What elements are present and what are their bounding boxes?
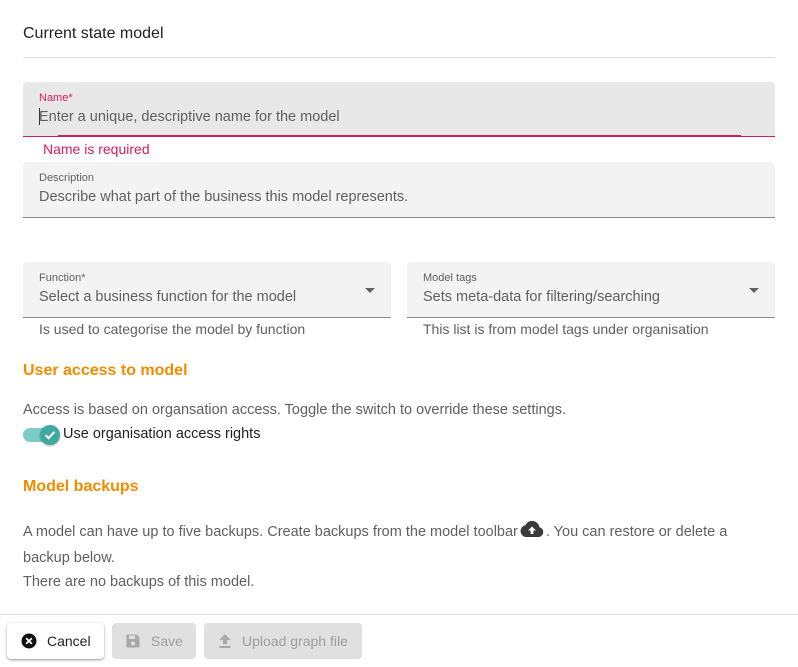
save-icon [125, 633, 141, 649]
user-access-description: Access is based on organsation access. T… [23, 402, 566, 418]
toggle-label[interactable]: Use organisation access rights [63, 426, 260, 442]
model-tags-select[interactable]: Model tags Sets meta-data for filtering/… [407, 262, 775, 318]
check-icon [44, 431, 56, 440]
dropdown-arrow-icon[interactable] [365, 288, 375, 293]
cancel-button-label: Cancel [47, 633, 91, 649]
user-access-heading: User access to model [23, 362, 188, 379]
backups-text-line2: backup below. [23, 550, 115, 566]
model-backups-heading: Model backups [23, 478, 139, 495]
backups-description: A model can have up to five backups. Cre… [23, 520, 763, 594]
dialog-title: Current state model [23, 25, 164, 42]
no-backups-message: There are no backups of this model. [23, 574, 255, 590]
save-button-label: Save [151, 633, 183, 649]
function-hint: Is used to categorise the model by funct… [39, 321, 306, 337]
cloud-upload-icon [519, 520, 545, 546]
organisation-access-toggle[interactable] [23, 425, 60, 445]
name-input[interactable]: Enter a unique, descriptive name for the… [39, 109, 340, 125]
dropdown-arrow-icon[interactable] [749, 288, 759, 293]
name-field[interactable]: Name* Enter a unique, descriptive name f… [23, 82, 775, 137]
footer-divider [0, 614, 798, 615]
upload-graph-file-button[interactable]: Upload graph file [204, 623, 362, 659]
title-divider [23, 57, 775, 58]
description-input[interactable]: Describe what part of the business this … [39, 189, 408, 205]
name-field-label: Name* [39, 92, 73, 104]
close-circle-icon [21, 633, 37, 649]
backups-text-start: A model can have up to five backups. Cre… [23, 524, 518, 540]
model-tags-hint: This list is from model tags under organ… [423, 321, 709, 337]
upload-button-label: Upload graph file [242, 633, 348, 649]
name-error-message: Name is required [43, 141, 150, 157]
upload-icon [218, 633, 232, 649]
description-field-label: Description [39, 172, 95, 184]
model-tags-label: Model tags [423, 272, 477, 284]
description-field[interactable]: Description Describe what part of the bu… [23, 162, 775, 218]
cancel-button[interactable]: Cancel [7, 623, 104, 659]
toggle-thumb [40, 425, 60, 445]
function-select[interactable]: Function* Select a business function for… [23, 262, 391, 318]
name-error-underline [58, 135, 741, 136]
function-select-value[interactable]: Select a business function for the model [39, 289, 296, 305]
model-tags-value[interactable]: Sets meta-data for filtering/searching [423, 289, 660, 305]
save-button[interactable]: Save [112, 623, 196, 659]
function-select-label: Function* [39, 272, 86, 284]
backups-text-end: . You can restore or delete a [545, 524, 728, 540]
